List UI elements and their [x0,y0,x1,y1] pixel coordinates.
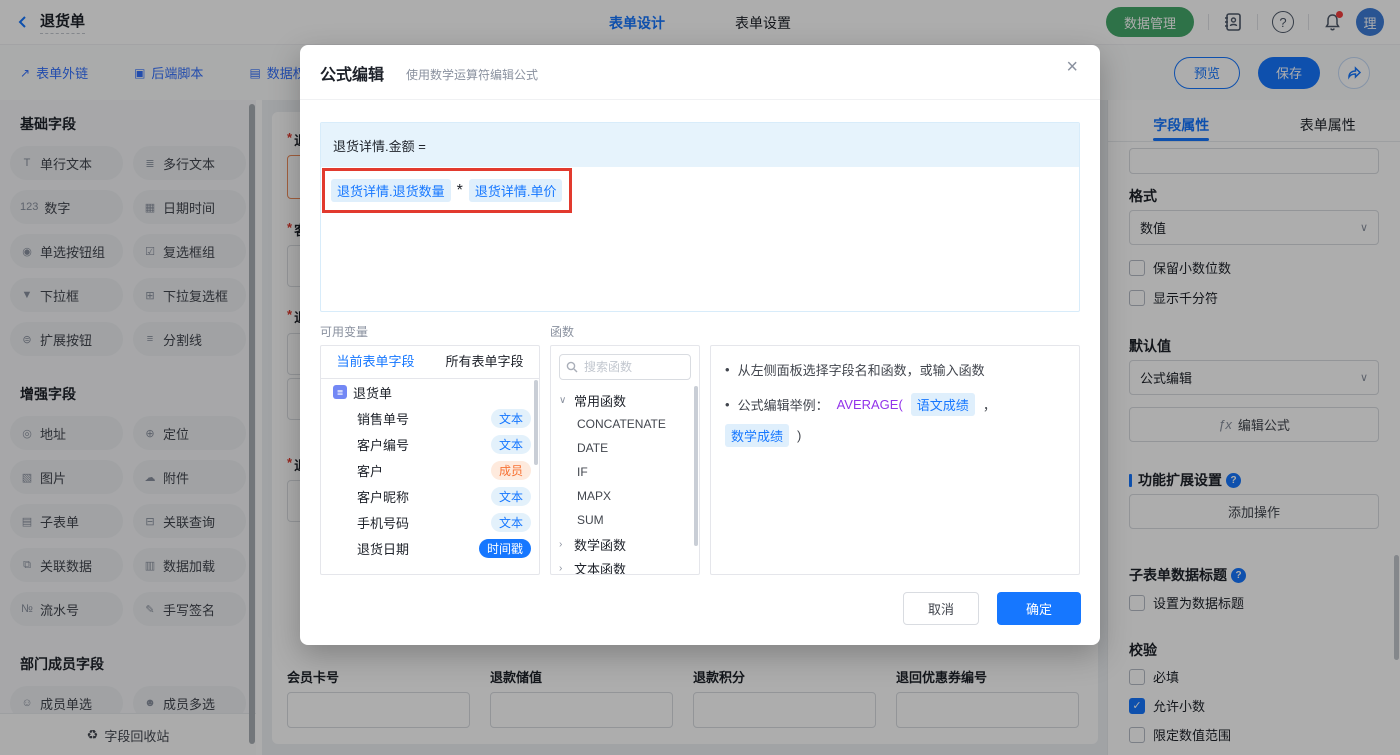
annotation-red-box: 退货详情.退货数量 * 退货详情.单价 [322,168,572,213]
chevron-right-icon: › [559,538,563,550]
formula-edit-modal: 公式编辑 使用数学运算符编辑公式 × 退货详情.金额 = 退货详情.退货数量 *… [300,45,1100,645]
variable-name: 客户昵称 [357,489,410,505]
function-group-common[interactable]: ∨ 常用函数 [551,388,699,412]
formula-token-price[interactable]: 退货详情.单价 [468,179,563,202]
type-badge: 成员 [490,460,531,480]
close-icon[interactable]: × [1066,57,1078,77]
search-icon [566,361,578,373]
formula-editor[interactable]: 退货详情.金额 = 退货详情.退货数量 * 退货详情.单价 [320,122,1080,312]
variable-row[interactable]: 销售单号 文本 [321,405,539,431]
form-doc-icon: ≣ [333,385,347,399]
variables-label: 可用变量 [320,325,369,339]
example-function-name: AVERAGE( [836,397,903,412]
bullet-icon: • [725,397,730,412]
variable-name: 客户编号 [357,437,410,453]
variable-name: 手机号码 [357,515,410,531]
variables-panel: 当前表单字段 所有表单字段 ≣ 退货单 销售单号 文本 客户编号 文本 客户 成员 客… [320,345,540,575]
variable-row[interactable]: 客户 成员 [321,457,539,483]
function-item[interactable]: IF [551,460,699,484]
function-group-math[interactable]: › 数学函数 [551,532,699,556]
example-arg-chip: 数学成绩 [725,424,790,447]
modal-subtitle: 使用数学运算符编辑公式 [406,68,539,82]
bullet-icon: • [725,362,730,377]
variable-name: 退货日期 [357,541,410,557]
divider [300,99,1100,100]
function-item[interactable]: DATE [551,436,699,460]
type-badge: 文本 [490,512,531,532]
function-item[interactable]: CONCATENATE [551,412,699,436]
modal-title: 公式编辑 [320,67,385,84]
functions-panel: ∨ 常用函数 CONCATENATE DATE IF MAPX SUM › 数学… [550,345,700,575]
function-search-box[interactable] [559,354,691,380]
help-text: 从左侧面板选择字段名和函数，或输入函数 [737,363,985,378]
variables-tree-root[interactable]: ≣ 退货单 [321,379,539,405]
help-line-1: • 从左侧面板选择字段名和函数，或输入函数 [725,360,1065,379]
help-line-2: • 公式编辑举例： AVERAGE( 语文成绩 ， 数学成绩 ) [725,393,1065,447]
function-item[interactable]: SUM [551,508,699,532]
example-close-paren: ) [797,428,802,443]
help-example-prefix: 公式编辑举例： [737,398,829,413]
group-label: 数学函数 [574,537,627,553]
variable-row[interactable]: 退货日期 时间戳 [321,535,539,561]
formula-help-panel: • 从左侧面板选择字段名和函数，或输入函数 • 公式编辑举例： AVERAGE(… [710,345,1080,575]
type-badge: 文本 [490,408,531,428]
variable-row[interactable]: 客户昵称 文本 [321,483,539,509]
type-badge: 时间戳 [478,538,531,558]
example-arg-chip: 语文成绩 [910,393,975,416]
root-form-name: 退货单 [353,385,393,401]
formula-token-quantity[interactable]: 退货详情.退货数量 [331,179,451,202]
group-label: 文本函数 [574,561,627,575]
group-label: 常用函数 [574,393,627,409]
tab-current-form-fields[interactable]: 当前表单字段 [321,346,430,378]
chevron-down-icon: ∨ [559,394,567,406]
formula-target: 退货详情.金额 = [321,123,1079,167]
function-group-text[interactable]: › 文本函数 [551,556,699,575]
function-item[interactable]: MAPX [551,484,699,508]
function-search-input[interactable] [582,359,678,375]
formula-operator[interactable]: * [457,182,463,200]
tab-all-form-fields[interactable]: 所有表单字段 [430,346,539,378]
variable-name: 客户 [357,463,384,479]
variable-name: 销售单号 [357,411,410,427]
chevron-right-icon: › [559,562,563,574]
confirm-button[interactable]: 确定 [997,592,1081,625]
variable-row[interactable]: 手机号码 文本 [321,509,539,535]
variables-scrollbar[interactable] [534,380,538,465]
variable-row[interactable]: 客户编号 文本 [321,431,539,457]
type-badge: 文本 [490,434,531,454]
functions-label: 函数 [550,325,575,339]
app-screen: 退货单 表单设计 表单设置 数据管理 ? 理 ↗ 表单外链 ▣ 后端脚本 ▤ 数… [0,0,1400,755]
cancel-button[interactable]: 取消 [903,592,979,625]
example-comma: ， [982,398,996,413]
type-badge: 文本 [490,486,531,506]
functions-scrollbar[interactable] [694,386,698,546]
